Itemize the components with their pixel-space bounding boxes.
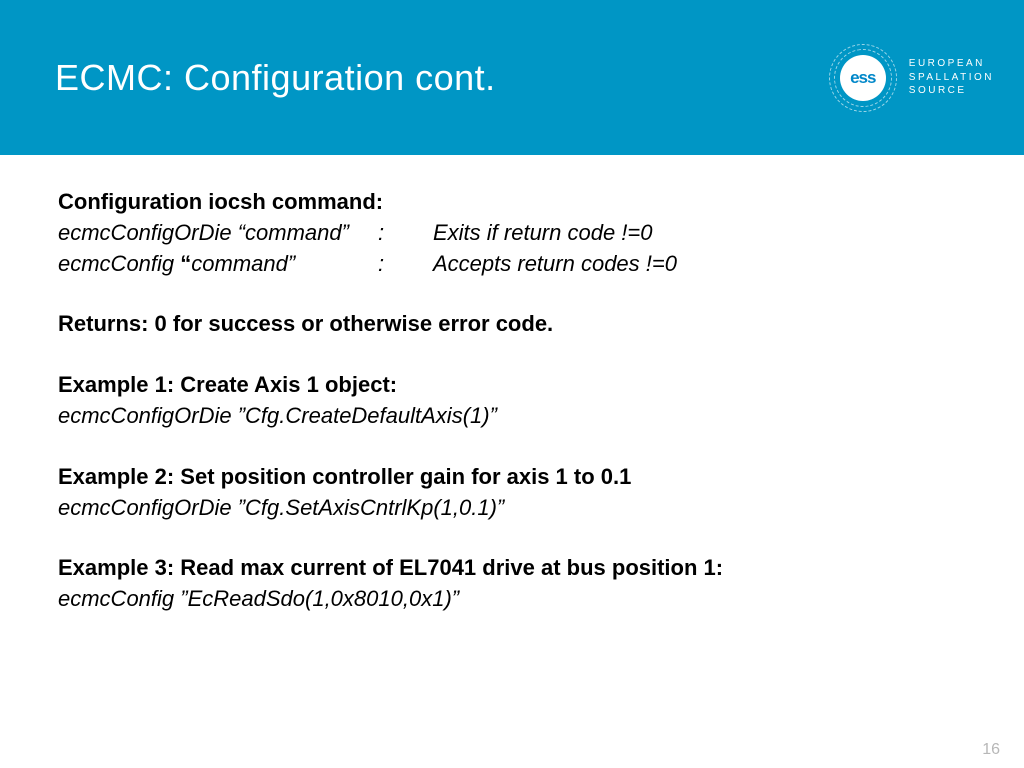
cmd-rest: command” (191, 251, 295, 276)
cmd-syntax: ecmcConfigOrDie “command” (58, 218, 378, 249)
example-command: ecmcConfigOrDie ”Cfg.CreateDefaultAxis(1… (58, 401, 966, 432)
example-command: ecmcConfigOrDie ”Cfg.SetAxisCntrlKp(1,0.… (58, 493, 966, 524)
org-name: EUROPEAN SPALLATION SOURCE (909, 57, 994, 98)
cmd-desc: Accepts return codes !=0 (433, 249, 677, 280)
command-row: ecmcConfig “command” : Accepts return co… (58, 249, 966, 280)
cmd-prefix: ecmcConfig (58, 251, 180, 276)
cmd-desc: Exits if return code !=0 (433, 218, 653, 249)
example-heading: Example 3: Read max current of EL7041 dr… (58, 553, 966, 584)
config-heading: Configuration iocsh command: (58, 187, 966, 218)
cmd-quote: “ (180, 251, 191, 276)
example-heading: Example 2: Set position controller gain … (58, 462, 966, 493)
org-line: SPALLATION (909, 71, 994, 85)
ess-logo-icon: ess (829, 44, 897, 112)
example-command: ecmcConfig ”EcReadSdo(1,0x8010,0x1)” (58, 584, 966, 615)
slide-body: Configuration iocsh command: ecmcConfigO… (0, 155, 1024, 615)
page-number: 16 (982, 741, 1000, 759)
slide-header: ECMC: Configuration cont. ess EUROPEAN S… (0, 0, 1024, 155)
returns-text: Returns: 0 for success or otherwise erro… (58, 309, 966, 340)
command-row: ecmcConfigOrDie “command” : Exits if ret… (58, 218, 966, 249)
example-heading: Example 1: Create Axis 1 object: (58, 370, 966, 401)
org-line: EUROPEAN (909, 57, 994, 71)
cmd-syntax: ecmcConfig “command” (58, 249, 378, 280)
logo-area: ess EUROPEAN SPALLATION SOURCE (829, 44, 994, 112)
org-line: SOURCE (909, 84, 994, 98)
cmd-colon: : (378, 249, 433, 280)
page-title: ECMC: Configuration cont. (55, 57, 496, 99)
cmd-colon: : (378, 218, 433, 249)
logo-mark: ess (840, 55, 886, 101)
